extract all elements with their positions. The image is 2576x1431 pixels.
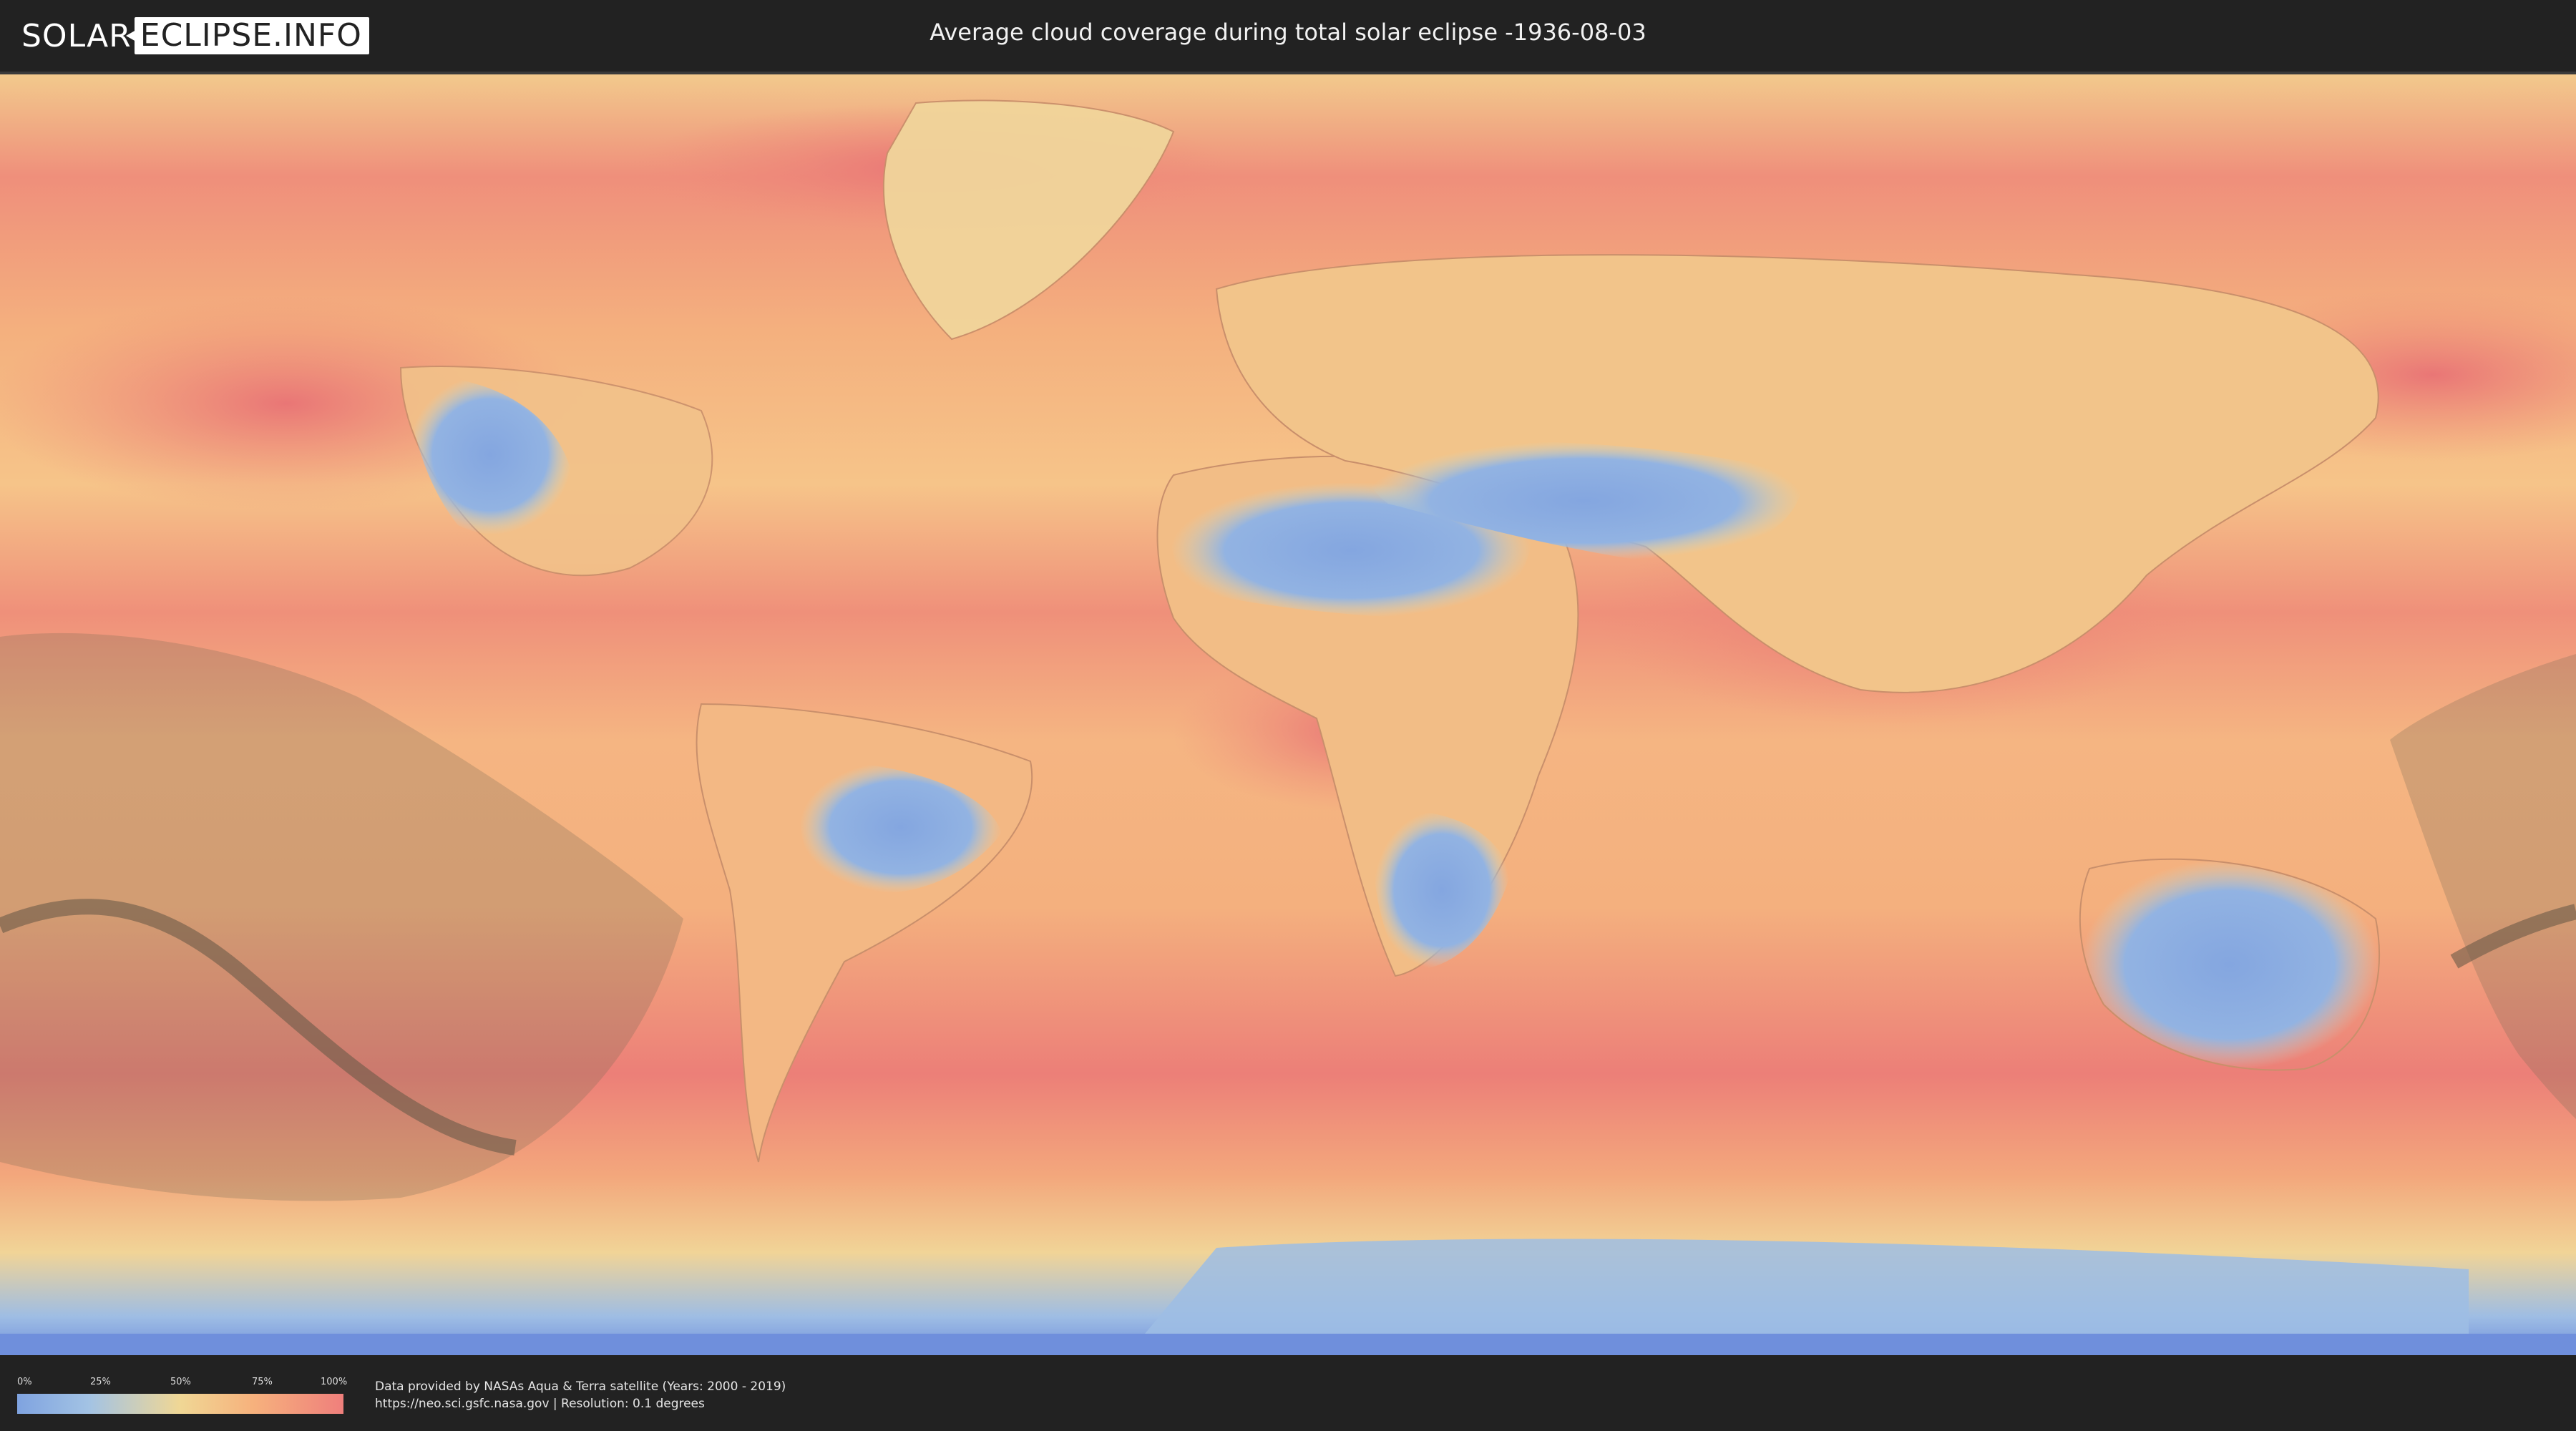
- header-bar: SOLAR ECLIPSE.INFO Average cloud coverag…: [0, 0, 2576, 74]
- page-title: Average cloud coverage during total sola…: [930, 19, 1646, 46]
- legend-color-bar: [17, 1394, 343, 1414]
- antarctica-edge: [0, 1334, 2576, 1355]
- data-credit: Data provided by NASAs Aqua & Terra sate…: [375, 1379, 786, 1394]
- map-svg: [0, 74, 2576, 1355]
- legend-tick-75: 75%: [252, 1377, 273, 1387]
- legend-tick-100: 100%: [321, 1377, 348, 1387]
- cloud-coverage-map[interactable]: [0, 74, 2576, 1355]
- legend-tick-50: 50%: [170, 1377, 191, 1387]
- legend-tick-0: 0%: [17, 1377, 32, 1387]
- data-source-link[interactable]: https://neo.sci.gsfc.nasa.gov | Resoluti…: [375, 1397, 705, 1411]
- legend-tick-25: 25%: [90, 1377, 111, 1387]
